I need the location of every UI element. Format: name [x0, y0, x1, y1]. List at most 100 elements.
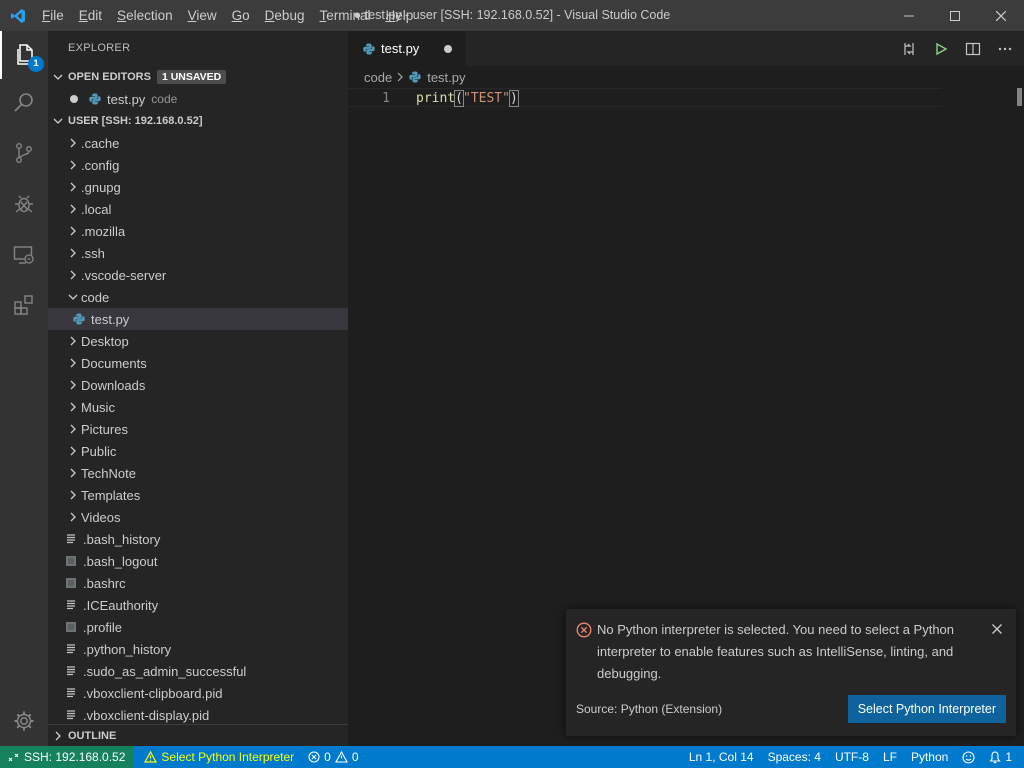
split-editor-button[interactable] [962, 38, 984, 60]
open-changes-button[interactable] [898, 38, 920, 60]
maximize-button[interactable] [932, 0, 978, 31]
remote-explorer-activity-button[interactable] [0, 231, 48, 279]
minimize-button[interactable] [886, 0, 932, 31]
file-item[interactable]: .bash_logout [48, 550, 348, 572]
problems-status[interactable]: 0 0 [301, 746, 365, 768]
folder-item[interactable]: Public [48, 440, 348, 462]
tree-item-label: test.py [91, 311, 130, 327]
open-editor-item[interactable]: test.py code [48, 88, 348, 110]
more-actions-button[interactable] [994, 38, 1016, 60]
cursor-position[interactable]: Ln 1, Col 14 [682, 746, 761, 768]
code-string: "TEST" [462, 91, 510, 106]
menu-item-terminal[interactable]: Terminal [312, 0, 378, 31]
file-item[interactable]: .ICEauthority [48, 594, 348, 616]
end-of-line[interactable]: LF [876, 746, 904, 768]
open-editors-header[interactable]: OPEN EDITORS 1 UNSAVED [48, 66, 348, 88]
folder-item[interactable]: Desktop [48, 330, 348, 352]
workspace-header[interactable]: USER [SSH: 192.168.0.52] [48, 110, 348, 132]
explorer-activity-button[interactable]: 1 [0, 31, 48, 79]
chevron-right-icon [65, 248, 81, 258]
file-item[interactable]: .vboxclient-display.pid [48, 704, 348, 726]
notification-message: No Python interpreter is selected. You n… [597, 622, 955, 681]
folder-item[interactable]: Documents [48, 352, 348, 374]
code-text[interactable]: print("TEST") [416, 89, 519, 108]
open-editor-folder: code [151, 92, 178, 106]
source-control-activity-button[interactable] [0, 129, 48, 177]
tab-test-py[interactable]: test.py [348, 31, 466, 66]
menu-item-debug[interactable]: Debug [258, 0, 313, 31]
select-interpreter-status[interactable]: Select Python Interpreter [134, 746, 301, 768]
folder-item[interactable]: .mozilla [48, 220, 348, 242]
extensions-activity-button[interactable] [0, 281, 48, 329]
breadcrumb-folder[interactable]: code [364, 70, 392, 85]
tree-item-label: Downloads [81, 377, 146, 393]
menu-item-selection[interactable]: Selection [110, 0, 181, 31]
explorer-title: EXPLORER [68, 42, 131, 54]
manage-activity-button[interactable] [0, 697, 48, 745]
menu-item-file[interactable]: File [35, 0, 72, 31]
folder-item[interactable]: Downloads [48, 374, 348, 396]
tree-item-label: .cache [81, 135, 120, 151]
close-window-button[interactable] [978, 0, 1024, 31]
debug-activity-button[interactable] [0, 180, 48, 228]
language-mode[interactable]: Python [904, 746, 955, 768]
breadcrumb-file[interactable]: test.py [427, 70, 465, 85]
tree-item-label: .profile [83, 619, 123, 635]
menu-item-help[interactable]: Help [378, 0, 421, 31]
run-python-file-button[interactable] [930, 38, 952, 60]
remote-icon [8, 753, 19, 761]
folder-item[interactable]: Pictures [48, 418, 348, 440]
notifications-button[interactable]: 1 [982, 746, 1024, 768]
remote-indicator[interactable]: SSH: 192.168.0.52 [0, 746, 135, 768]
menu-item-go[interactable]: Go [225, 0, 258, 31]
folder-item-open[interactable]: code [48, 286, 348, 308]
editor-area: test.py code test.py 1 print("TEST") No … [348, 31, 1024, 746]
title-bar: File Edit Selection View Go Debug Terminal Help… [0, 0, 1024, 31]
python-file-icon [362, 42, 376, 56]
encoding[interactable]: UTF-8 [828, 746, 876, 768]
folder-item[interactable]: Templates [48, 484, 348, 506]
file-item[interactable]: .bashrc [48, 572, 348, 594]
code-line-1[interactable]: 1 print("TEST") [348, 88, 942, 107]
unsaved-dot-icon[interactable] [444, 44, 452, 53]
folder-item[interactable]: .local [48, 198, 348, 220]
folder-item[interactable]: .config [48, 154, 348, 176]
chevron-right-icon [65, 226, 81, 236]
chevron-right-icon [65, 468, 81, 478]
select-interpreter-label: Select Python Interpreter [161, 750, 295, 764]
scrollbar-slider[interactable] [1017, 88, 1022, 106]
folder-item[interactable]: Music [48, 396, 348, 418]
folder-item[interactable]: Videos [48, 506, 348, 528]
folder-item[interactable]: .ssh [48, 242, 348, 264]
extensions-icon [14, 295, 33, 315]
file-item[interactable]: .profile [48, 616, 348, 638]
folder-item[interactable]: .vscode-server [48, 264, 348, 286]
indentation[interactable]: Spaces: 4 [761, 746, 828, 768]
select-interpreter-button[interactable]: Select Python Interpreter [847, 695, 1006, 723]
menu-item-view[interactable]: View [181, 0, 225, 31]
close-icon[interactable] [990, 622, 1004, 636]
tree-item-label: .vboxclient-clipboard.pid [83, 685, 223, 701]
file-item[interactable]: .vboxclient-clipboard.pid [48, 682, 348, 704]
debug-icon [15, 195, 33, 213]
folder-item[interactable]: .cache [48, 132, 348, 154]
activity-bar: 1 [0, 31, 48, 746]
tree-item-label: .sudo_as_admin_successful [83, 663, 247, 679]
remote-explorer-icon [13, 246, 34, 264]
file-item[interactable]: .sudo_as_admin_successful [48, 660, 348, 682]
tree-item-label: .python_history [83, 641, 172, 657]
outline-header[interactable]: OUTLINE [48, 724, 348, 746]
split-editor-icon [965, 42, 981, 55]
search-activity-button[interactable] [0, 79, 48, 127]
chevron-right-icon [65, 402, 81, 412]
file-item[interactable]: .python_history [48, 638, 348, 660]
menu-item-edit[interactable]: Edit [72, 0, 110, 31]
folder-item[interactable]: TechNote [48, 462, 348, 484]
chevron-down-icon [48, 72, 68, 82]
folder-item[interactable]: .gnupg [48, 176, 348, 198]
chevron-right-icon [65, 380, 81, 390]
file-item[interactable]: .bash_history [48, 528, 348, 550]
play-icon [936, 42, 948, 55]
feedback-button[interactable] [955, 746, 982, 768]
file-item-selected[interactable]: test.py [48, 308, 348, 330]
